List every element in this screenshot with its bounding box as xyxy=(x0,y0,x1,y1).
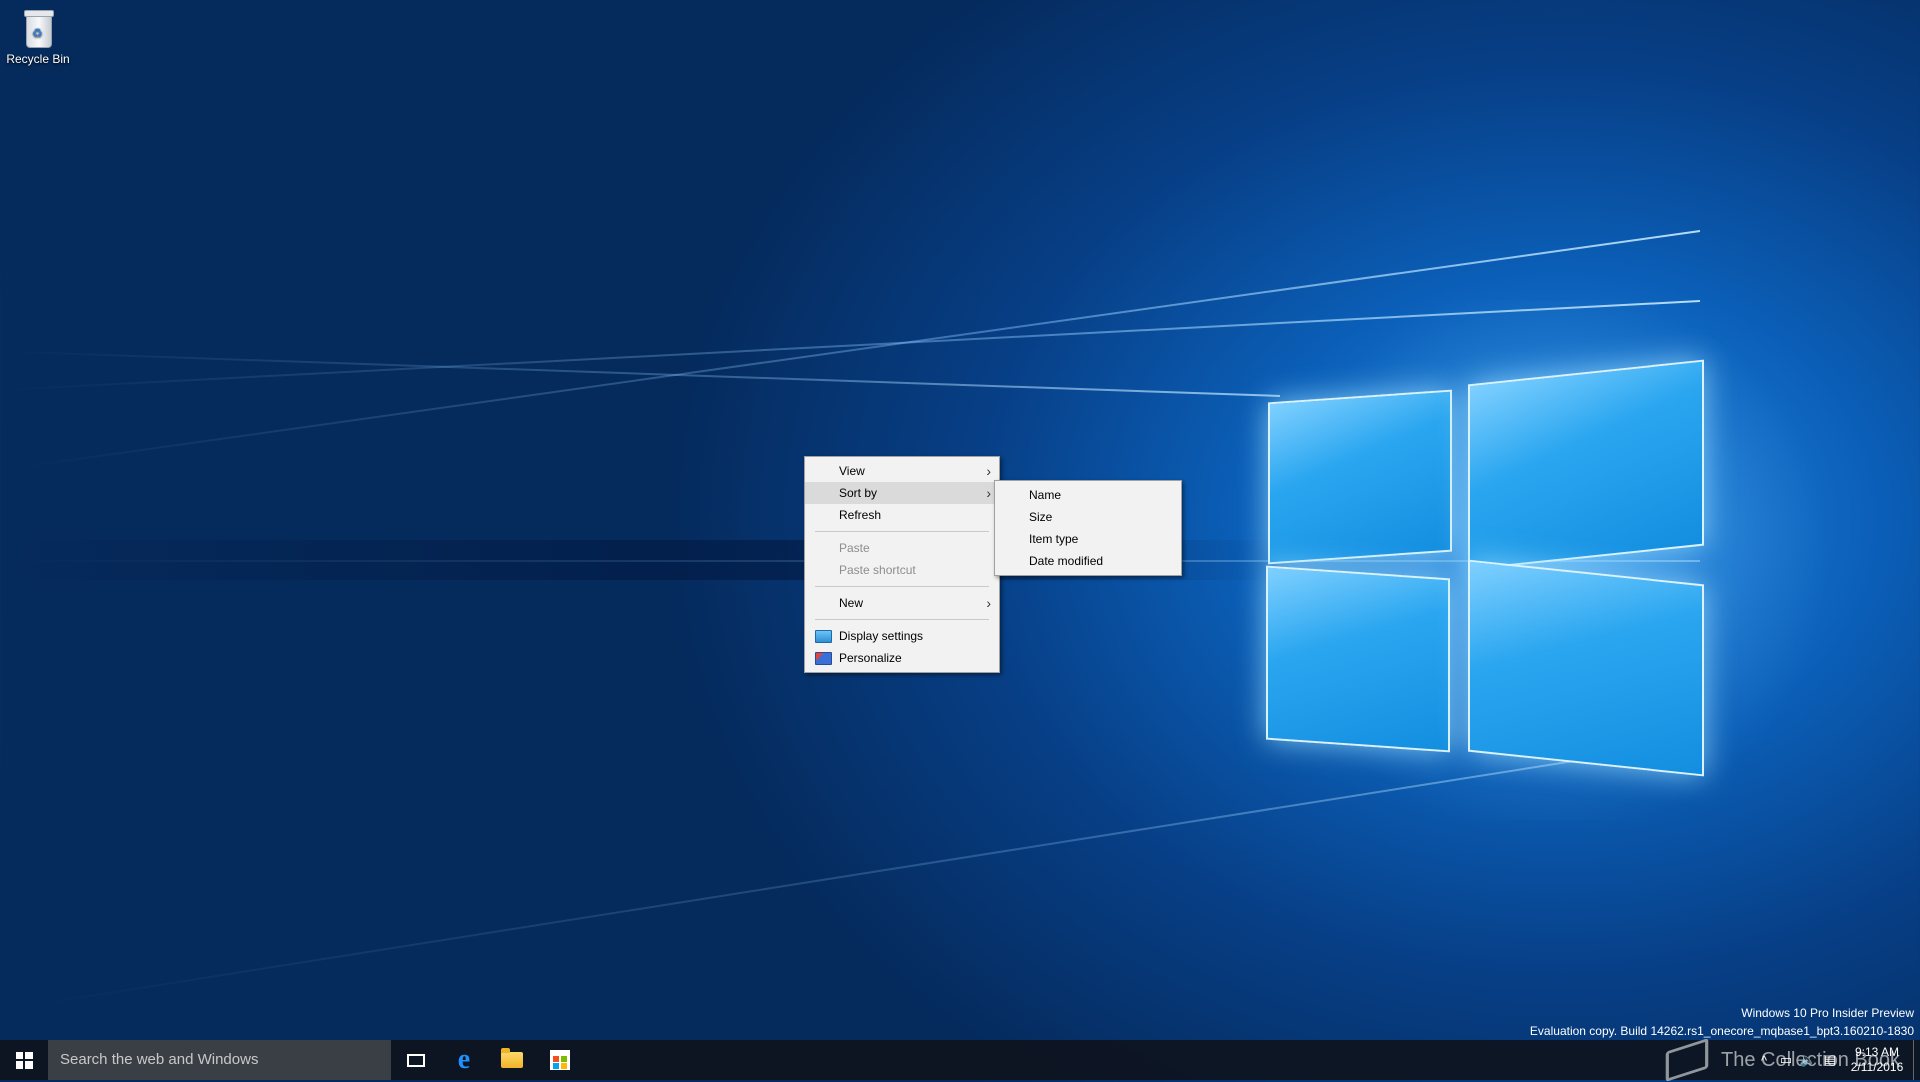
menu-item-label: Refresh xyxy=(839,508,882,522)
menu-item-new[interactable]: New › xyxy=(805,592,999,614)
clock-date: 2/11/2016 xyxy=(1850,1060,1904,1074)
personalize-icon xyxy=(815,652,832,665)
windows-logo-icon xyxy=(15,1051,33,1069)
edge-button[interactable]: e xyxy=(440,1040,488,1080)
edge-icon: e xyxy=(457,1044,471,1075)
store-button[interactable] xyxy=(536,1040,584,1080)
show-hidden-icons-button[interactable]: ^ xyxy=(1753,1053,1775,1068)
clock[interactable]: 9:13 AM 2/11/2016 xyxy=(1841,1045,1913,1075)
volume-icon[interactable]: 🔈 xyxy=(1797,1052,1819,1068)
menu-item-sort-by[interactable]: Sort by › xyxy=(805,482,999,504)
sort-by-submenu: Name Size Item type Date modified xyxy=(994,480,1182,576)
submenu-arrow-icon: › xyxy=(986,595,991,611)
system-tray: ^ ▭ 🔈 ▤ 9:13 AM 2/11/2016 xyxy=(1753,1040,1920,1080)
task-view-icon xyxy=(407,1053,425,1067)
menu-separator xyxy=(815,586,989,587)
submenu-item-date-modified[interactable]: Date modified xyxy=(995,550,1181,572)
menu-item-label: Personalize xyxy=(839,651,902,665)
menu-item-label: Paste xyxy=(839,541,870,555)
menu-item-display-settings[interactable]: Display settings xyxy=(805,625,999,647)
watermark-edition: Windows 10 Pro Insider Preview xyxy=(1741,1006,1914,1020)
show-desktop-button[interactable] xyxy=(1913,1040,1920,1080)
menu-item-view[interactable]: View › xyxy=(805,460,999,482)
taskbar: Search the web and Windows e The Collect… xyxy=(0,1038,1920,1082)
submenu-item-size[interactable]: Size xyxy=(995,506,1181,528)
menu-item-label: Item type xyxy=(1029,532,1079,546)
menu-item-personalize[interactable]: Personalize xyxy=(805,647,999,669)
menu-item-label: Sort by xyxy=(839,486,878,500)
desktop-icon-recycle-bin[interactable]: ♻ Recycle Bin xyxy=(4,8,72,66)
menu-separator xyxy=(815,531,989,532)
menu-item-paste-shortcut: Paste shortcut xyxy=(805,559,999,581)
clock-time: 9:13 AM xyxy=(1854,1045,1900,1059)
menu-separator xyxy=(815,619,989,620)
window-pane xyxy=(1468,359,1704,571)
desktop-icon-label: Recycle Bin xyxy=(6,52,70,66)
menu-item-label: Display settings xyxy=(839,629,924,643)
menu-item-label: Size xyxy=(1029,510,1053,524)
store-icon xyxy=(550,1050,570,1070)
menu-item-refresh[interactable]: Refresh xyxy=(805,504,999,526)
submenu-arrow-icon: › xyxy=(986,463,991,479)
window-pane xyxy=(1268,389,1452,565)
window-pane xyxy=(1266,565,1450,753)
submenu-item-item-type[interactable]: Item type xyxy=(995,528,1181,550)
menu-item-label: View xyxy=(839,464,865,478)
action-center-icon[interactable]: ▤ xyxy=(1819,1052,1841,1068)
menu-item-paste: Paste xyxy=(805,537,999,559)
watermark-build: Evaluation copy. Build 14262.rs1_onecore… xyxy=(1529,1024,1914,1038)
search-box[interactable]: Search the web and Windows xyxy=(48,1040,391,1080)
recycle-bin-icon: ♻ xyxy=(22,8,54,48)
task-view-button[interactable] xyxy=(392,1040,440,1080)
submenu-arrow-icon: › xyxy=(986,485,991,501)
book-icon xyxy=(1665,1038,1709,1082)
menu-item-label: New xyxy=(839,596,864,610)
desktop-context-menu: View › Sort by › Refresh Paste Paste sho… xyxy=(804,456,1000,673)
window-pane xyxy=(1468,559,1704,777)
file-explorer-icon xyxy=(501,1048,523,1068)
menu-item-label: Name xyxy=(1029,488,1062,502)
submenu-item-name[interactable]: Name xyxy=(995,484,1181,506)
menu-item-label: Date modified xyxy=(1029,554,1104,568)
network-icon[interactable]: ▭ xyxy=(1775,1052,1797,1068)
file-explorer-button[interactable] xyxy=(488,1040,536,1080)
start-button[interactable] xyxy=(0,1040,48,1080)
menu-item-label: Paste shortcut xyxy=(839,563,916,577)
build-watermark: Windows 10 Pro Insider Preview Evaluatio… xyxy=(1530,1004,1914,1040)
display-settings-icon xyxy=(815,630,832,643)
